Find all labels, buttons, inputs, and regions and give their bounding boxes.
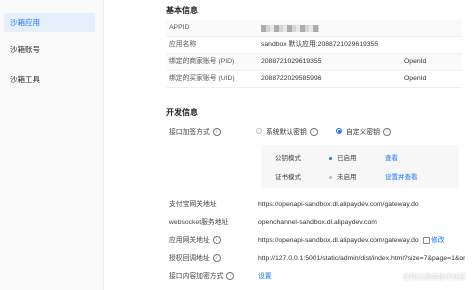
- buyer-uid-row: 绑定的买家账号 (UID) 2088722029585996 OpenId: [166, 71, 462, 88]
- help-icon[interactable]: i: [226, 272, 235, 281]
- websocket-value: openchannel-sandbox.dl.alipaydev.com: [258, 219, 377, 226]
- auth-callback-label-wrap: 授权回调地址 i: [169, 253, 221, 265]
- websocket-row: websocket服务地址 openchannel-sandbox.dl.ali…: [166, 217, 466, 229]
- buyer-uid-label: 绑定的买家账号 (UID): [169, 75, 235, 82]
- content-encrypt-label-wrap: 接口内容加密方式 i: [169, 271, 235, 283]
- sidebar-item-sandbox-tools[interactable]: 沙箱工具: [4, 70, 95, 89]
- radio-system-default-key[interactable]: 系统默认密钥 i: [256, 126, 318, 137]
- auth-callback-value: http://127.0.0.1:5001/static/admin/dist/…: [258, 255, 465, 262]
- appid-row: APPID: [166, 20, 462, 37]
- radio-label: 系统默认密钥: [266, 129, 307, 136]
- interface-sign-label: 接口加签方式: [169, 129, 210, 136]
- public-key-mode-label: 公钥模式: [275, 155, 301, 162]
- app-gateway-url: https://openapi-sandbox.dl.alipaydev.com…: [258, 237, 419, 244]
- edit-icon[interactable]: [422, 236, 430, 244]
- setup-and-view-link[interactable]: 设置并查看: [385, 167, 418, 188]
- help-icon[interactable]: i: [212, 236, 221, 245]
- help-icon[interactable]: i: [382, 128, 391, 137]
- key-mode-panel: 公钥模式 已启用 查看 证书模式 未启用 设置并查看: [261, 145, 459, 188]
- auth-callback-label: 授权回调地址: [169, 255, 210, 262]
- app-name-value: sandbox 默认应用:2088721029619355: [261, 41, 379, 48]
- status-dot-icon: [329, 156, 332, 160]
- radio-custom-key[interactable]: 自定义密钥 i: [336, 126, 391, 137]
- main-content: 基本信息 APPID 应用名称 sandbox 默认应用:20887210296…: [166, 0, 474, 290]
- app-name-label: 应用名称: [169, 41, 197, 48]
- appid-label: APPID: [169, 24, 190, 31]
- app-name-row: 应用名称 sandbox 默认应用:2088721029619355: [166, 37, 462, 54]
- merchant-openid: OpenId: [404, 58, 427, 65]
- help-icon[interactable]: i: [212, 128, 221, 137]
- cert-mode-row: 证书模式 未启用 设置并查看: [261, 167, 459, 188]
- cert-mode-label: 证书模式: [275, 174, 301, 181]
- radio-icon: [256, 128, 262, 135]
- status-dot-icon: [329, 175, 332, 179]
- sidebar-item-sandbox-account[interactable]: 沙箱账号: [4, 40, 95, 59]
- interface-sign-label-wrap: 接口加签方式 i: [169, 126, 221, 137]
- sidebar-item-sandbox-app[interactable]: 沙箱应用: [4, 13, 95, 32]
- radio-label: 自定义密钥: [346, 129, 380, 136]
- status-text: 未启用: [337, 174, 357, 181]
- basic-info-title: 基本信息: [166, 6, 198, 15]
- merchant-pid-label: 绑定的商家账号 (PID): [169, 58, 235, 65]
- gateway-value: https://openapi-sandbox.dl.alipaydev.com…: [258, 201, 419, 208]
- public-key-mode-row: 公钥模式 已启用 查看: [261, 148, 459, 169]
- content-encrypt-setup-link[interactable]: 设置: [258, 271, 272, 283]
- content-encrypt-label: 接口内容加密方式: [169, 273, 224, 280]
- sidebar: 沙箱应用 沙箱账号 沙箱工具: [0, 0, 104, 290]
- view-public-key-link[interactable]: 查看: [385, 148, 398, 169]
- merchant-pid-row: 绑定的商家账号 (PID) 2088721029619355 OpenId: [166, 54, 462, 71]
- help-icon[interactable]: i: [309, 128, 318, 137]
- cert-status: 未启用: [329, 167, 357, 188]
- websocket-label: websocket服务地址: [169, 219, 229, 226]
- public-key-status: 已启用: [329, 148, 357, 169]
- gateway-row: 支付宝网关地址 https://openapi-sandbox.dl.alipa…: [166, 199, 466, 211]
- auth-callback-row: 授权回调地址 i http://127.0.0.1:5001/static/adm…: [166, 253, 466, 265]
- status-text: 已启用: [337, 155, 357, 162]
- app-gateway-row: 应用网关地址 i https://openapi-sandbox.dl.alipa…: [166, 235, 466, 247]
- dev-info-title: 开发信息: [166, 108, 198, 117]
- app-gateway-label-wrap: 应用网关地址 i: [169, 235, 221, 247]
- buyer-openid: OpenId: [404, 75, 427, 82]
- modify-link[interactable]: 修改: [431, 235, 445, 247]
- gateway-label: 支付宝网关地址: [169, 201, 217, 208]
- app-gateway-label: 应用网关地址: [169, 237, 210, 244]
- merchant-pid-value: 2088721029619355: [261, 58, 322, 65]
- help-icon[interactable]: i: [212, 254, 221, 263]
- watermark: @稀土掘金技术社区: [402, 274, 466, 281]
- radio-selected-icon: [336, 128, 342, 135]
- app-gateway-value: https://openapi-sandbox.dl.alipaydev.com…: [258, 235, 430, 247]
- buyer-uid-value: 2088722029585996: [261, 75, 322, 82]
